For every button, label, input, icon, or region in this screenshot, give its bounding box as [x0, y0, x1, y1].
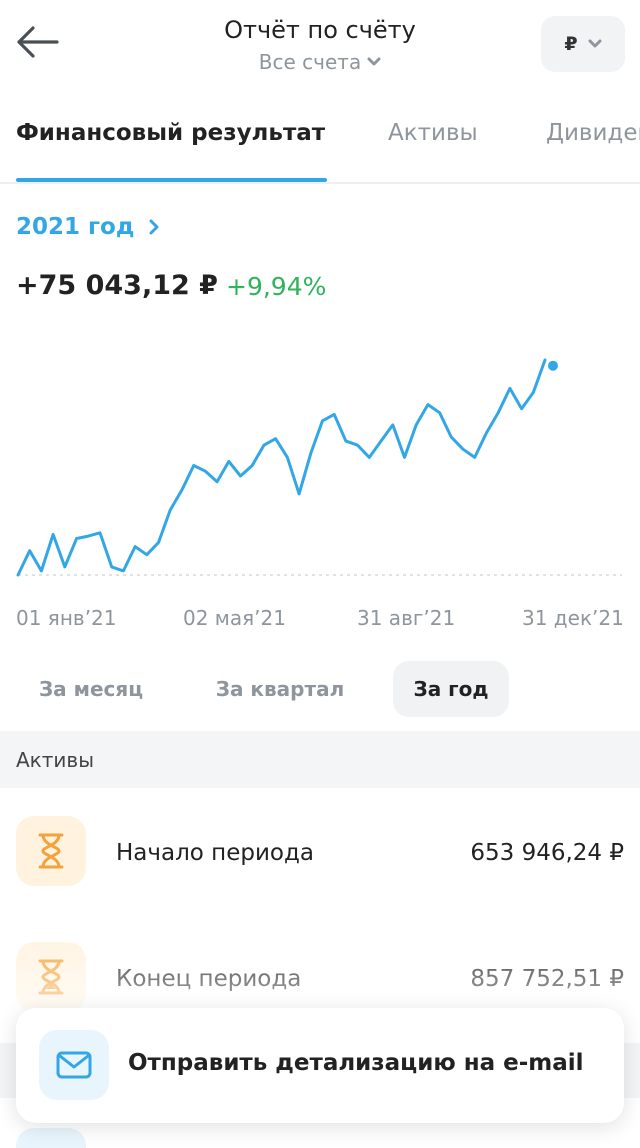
- hourglass-icon: [16, 816, 86, 886]
- currency-selector[interactable]: ₽: [541, 16, 625, 72]
- tab-dividends[interactable]: Дивиденды: [546, 120, 640, 146]
- chevron-down-icon: [588, 39, 602, 48]
- row-label: Конец периода: [116, 966, 302, 992]
- x-tick-label: 31 авг’21: [357, 606, 456, 630]
- top-bar: Отчёт по счёту Все счета ₽: [0, 0, 640, 96]
- hourglass-icon: [16, 942, 86, 1012]
- list-item[interactable]: Начало периода 653 946,24 ₽: [0, 792, 640, 912]
- active-tab-indicator: [16, 178, 327, 182]
- report-tabs: Финансовый результат Активы Дивиденды: [0, 96, 640, 184]
- tab-assets[interactable]: Активы: [388, 120, 478, 146]
- row-label: Начало периода: [116, 840, 314, 866]
- period-selector[interactable]: 2021 год: [16, 214, 160, 240]
- next-row-icon: [16, 1128, 86, 1148]
- currency-label: ₽: [564, 33, 578, 55]
- send-details-email-button[interactable]: Отправить детализацию на e-mail: [16, 1008, 624, 1123]
- account-selector-label: Все счета: [258, 50, 362, 74]
- financial-result-percent: +9,94%: [226, 272, 327, 301]
- x-tick-label: 01 янв’21: [16, 606, 117, 630]
- assets-section-header: Активы: [0, 731, 640, 788]
- row-value: 857 752,51 ₽: [470, 966, 624, 992]
- mail-icon: [39, 1030, 109, 1100]
- x-tick-label: 02 мая’21: [183, 606, 286, 630]
- chevron-right-icon: [149, 219, 159, 235]
- result-line-chart: [16, 358, 622, 577]
- send-details-email-label: Отправить детализацию на e-mail: [128, 1050, 584, 1076]
- row-value: 653 946,24 ₽: [470, 840, 624, 866]
- financial-result-value: +75 043,12 ₽: [16, 270, 218, 301]
- chart-current-point: [548, 360, 558, 371]
- chevron-down-icon: [367, 57, 381, 66]
- x-tick-label: 31 дек’21: [522, 606, 624, 630]
- period-month-button[interactable]: За месяц: [16, 661, 166, 717]
- chart-series-line: [16, 358, 547, 577]
- period-label: 2021 год: [16, 214, 135, 240]
- section-title: Активы: [16, 748, 94, 772]
- period-year-button[interactable]: За год: [393, 661, 509, 717]
- tab-financial-result[interactable]: Финансовый результат: [16, 120, 325, 146]
- period-quarter-button[interactable]: За квартал: [196, 661, 364, 717]
